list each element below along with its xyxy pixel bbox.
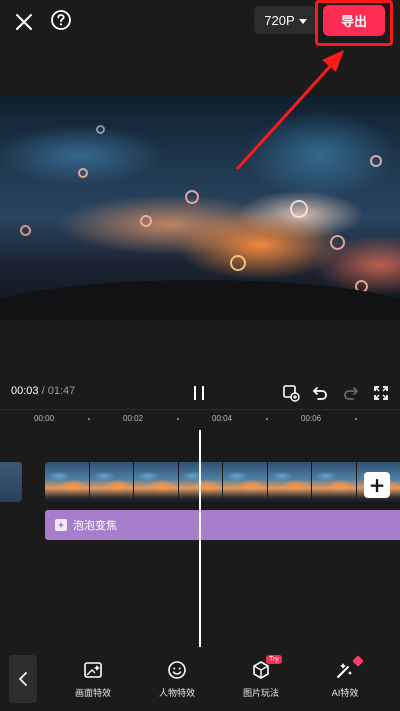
tool-label: 画面特效: [74, 689, 111, 699]
pause-icon[interactable]: [188, 382, 210, 404]
tool-frame-effect[interactable]: 画面特效: [58, 659, 128, 703]
bokeh-circle: [78, 168, 88, 178]
video-clip-track[interactable]: [45, 462, 400, 504]
time-separator: /: [41, 385, 45, 397]
current-time: 00:03: [11, 385, 39, 397]
bottom-toolbar: 画面特效 人物特效 Try 图片玩法 AI特效: [0, 647, 400, 711]
effect-label: 泡泡变焦: [73, 519, 117, 532]
clip-frame: [134, 462, 179, 504]
player-controls: 00:03 / 01:47: [0, 378, 400, 408]
bokeh-circle: [185, 190, 199, 204]
redo-icon[interactable]: [340, 382, 362, 404]
tool-image-play[interactable]: Try 图片玩法: [226, 655, 296, 703]
timecode: 00:03 / 01:47: [11, 385, 75, 397]
resolution-value: 720P: [264, 12, 295, 28]
clip-frame: [45, 462, 90, 504]
tick-dot: [266, 418, 268, 420]
clip-frame: [89, 462, 134, 504]
tick-dot: [177, 418, 179, 420]
bokeh-circle: [20, 225, 31, 236]
add-clip-button[interactable]: +: [364, 472, 390, 498]
tick-dot: [88, 418, 90, 420]
chevron-left-icon: [19, 672, 27, 686]
tick-dot: [355, 418, 357, 420]
clip-frame: [223, 462, 268, 504]
export-label: 导出: [340, 15, 367, 30]
bokeh-circle: [330, 235, 345, 250]
bokeh-circle: [230, 255, 246, 271]
effect-track[interactable]: 泡泡变焦: [45, 510, 400, 540]
tool-face-effect[interactable]: 人物特效: [142, 659, 212, 703]
clip-frame: [267, 462, 312, 504]
tool-label: 图片玩法: [242, 689, 279, 699]
cover-thumbnail[interactable]: [0, 462, 22, 502]
bokeh-circle: [140, 215, 152, 227]
tick-label: 00:02: [123, 414, 144, 423]
effect-star-icon: [55, 519, 67, 531]
back-button[interactable]: [9, 655, 37, 703]
tool-ai-effect[interactable]: AI特效: [310, 655, 380, 703]
tick-label: 00:04: [212, 414, 233, 423]
playhead[interactable]: [199, 430, 201, 647]
timeline-ruler[interactable]: 00:00 00:02 00:04 00:06: [0, 409, 400, 429]
resolution-select[interactable]: 720P: [254, 6, 317, 34]
fullscreen-icon[interactable]: [370, 382, 392, 404]
tick-label: 00:00: [34, 414, 55, 423]
mountain-silhouette: [0, 280, 400, 320]
tool-label: 人物特效: [158, 689, 195, 699]
clip-frame: [312, 462, 357, 504]
frame-effect-icon: [82, 659, 104, 681]
caret-down-icon: [298, 18, 307, 24]
close-icon[interactable]: [10, 8, 38, 36]
try-badge: Try: [266, 655, 282, 664]
export-button[interactable]: 导出: [323, 5, 385, 36]
duration: 01:47: [47, 385, 76, 397]
top-bar: 720P 导出: [0, 0, 400, 95]
tick-label: 00:06: [301, 414, 322, 423]
face-effect-icon: [166, 659, 188, 681]
video-preview[interactable]: [0, 95, 400, 320]
help-icon[interactable]: [48, 7, 74, 33]
keyframe-icon[interactable]: [280, 382, 302, 404]
bokeh-circle: [96, 125, 105, 134]
tool-label: AI特效: [331, 689, 359, 699]
bokeh-circle: [290, 200, 308, 218]
bokeh-circle: [370, 155, 382, 167]
undo-icon[interactable]: [309, 382, 331, 404]
